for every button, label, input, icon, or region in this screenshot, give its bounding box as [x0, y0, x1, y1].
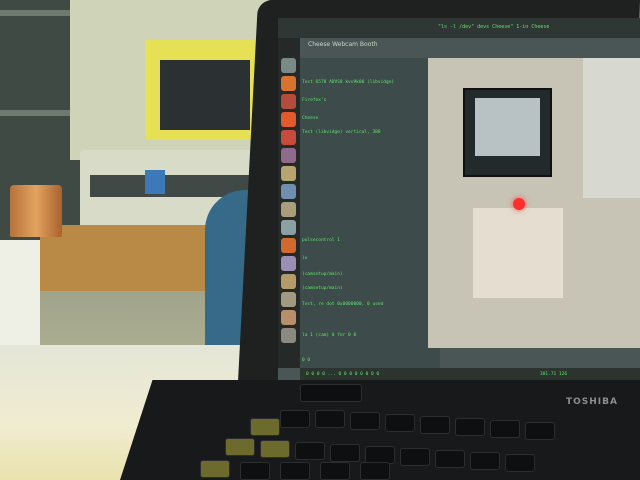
white-cabinet [0, 240, 40, 350]
key[interactable] [225, 438, 255, 456]
key[interactable] [435, 450, 465, 468]
key[interactable] [470, 452, 500, 470]
key[interactable] [295, 442, 325, 460]
app-icon[interactable] [281, 256, 296, 271]
key[interactable] [360, 462, 390, 480]
terminal-line: pulsecontrol 1 [302, 238, 340, 243]
preview-monitor-image [475, 98, 540, 156]
key[interactable] [240, 462, 270, 480]
files-icon[interactable] [281, 94, 296, 109]
key[interactable] [315, 410, 345, 428]
key[interactable] [505, 454, 535, 472]
red-led [513, 198, 525, 210]
terminal-line: Test 6570 ADVS8 kvv9k00 (libvidge) [302, 80, 395, 85]
key[interactable] [385, 414, 415, 432]
terminal-line: la 1 (cam) 0 for 0 0 [302, 333, 357, 338]
app-icon[interactable] [281, 238, 296, 253]
shelf-board [0, 10, 78, 16]
key[interactable] [320, 462, 350, 480]
key[interactable] [350, 412, 380, 430]
app-icon[interactable] [281, 130, 296, 145]
terminal-line: (camsetup/main) [302, 286, 343, 291]
shelf-board [0, 110, 78, 116]
terminal-line: 0 0 [302, 358, 311, 363]
home-icon[interactable] [281, 58, 296, 73]
app-icon[interactable] [281, 184, 296, 199]
window-title: Cheese Webcam Booth [308, 41, 378, 48]
header-text: "ls -l /dev" devs Cheese" 1-in Cheese [438, 24, 550, 30]
app-icon[interactable] [281, 220, 296, 235]
key[interactable] [400, 448, 430, 466]
preview-box [473, 208, 563, 298]
app-icon[interactable] [281, 166, 296, 181]
key[interactable] [330, 444, 360, 462]
ubuntu-one-icon[interactable] [281, 112, 296, 127]
app-icon[interactable] [281, 310, 296, 325]
app-icon[interactable] [281, 328, 296, 343]
brand-label: TOSHIBA [566, 397, 618, 407]
preview-monitor [463, 88, 552, 177]
status-right: 301.71 126 [540, 372, 568, 377]
status-left: 0 0 0 0 ... 0 0 0 0 0 0 0 0 [306, 372, 380, 377]
key[interactable] [250, 418, 280, 436]
key[interactable] [490, 420, 520, 438]
app-icon[interactable] [281, 292, 296, 307]
terminal-line: Firefox's [302, 98, 327, 103]
app-icon[interactable] [281, 148, 296, 163]
key[interactable] [455, 418, 485, 436]
terminal-line: lv [302, 256, 308, 261]
key[interactable] [300, 384, 362, 402]
firefox-icon[interactable] [281, 76, 296, 91]
terminal-line: Test, re dot 0x0000000, 0 used [302, 302, 384, 307]
terminal-window[interactable]: Test 6570 ADVS8 kvv9k00 (libvidge) Firef… [300, 58, 440, 368]
key[interactable] [260, 440, 290, 458]
key[interactable] [200, 460, 230, 478]
poster-dark-area [160, 60, 250, 130]
copper-cup [10, 185, 62, 237]
terminal-line: Test (libvidge) vertical, 388 [302, 130, 381, 135]
app-icon[interactable] [281, 274, 296, 289]
photo-scene: Cheese Webcam Booth "ls -l /dev" devs Ch… [0, 0, 640, 480]
key[interactable] [420, 416, 450, 434]
key[interactable] [525, 422, 555, 440]
terminal-line: Cheese [302, 116, 319, 121]
key[interactable] [280, 462, 310, 480]
laptop-screen: Cheese Webcam Booth "ls -l /dev" devs Ch… [278, 18, 640, 390]
app-icon[interactable] [281, 202, 296, 217]
printer-blue-part [145, 170, 165, 194]
thumbnail-strip[interactable] [583, 58, 640, 198]
key[interactable] [280, 410, 310, 428]
terminal-line: (camsetup/main) [302, 272, 343, 277]
